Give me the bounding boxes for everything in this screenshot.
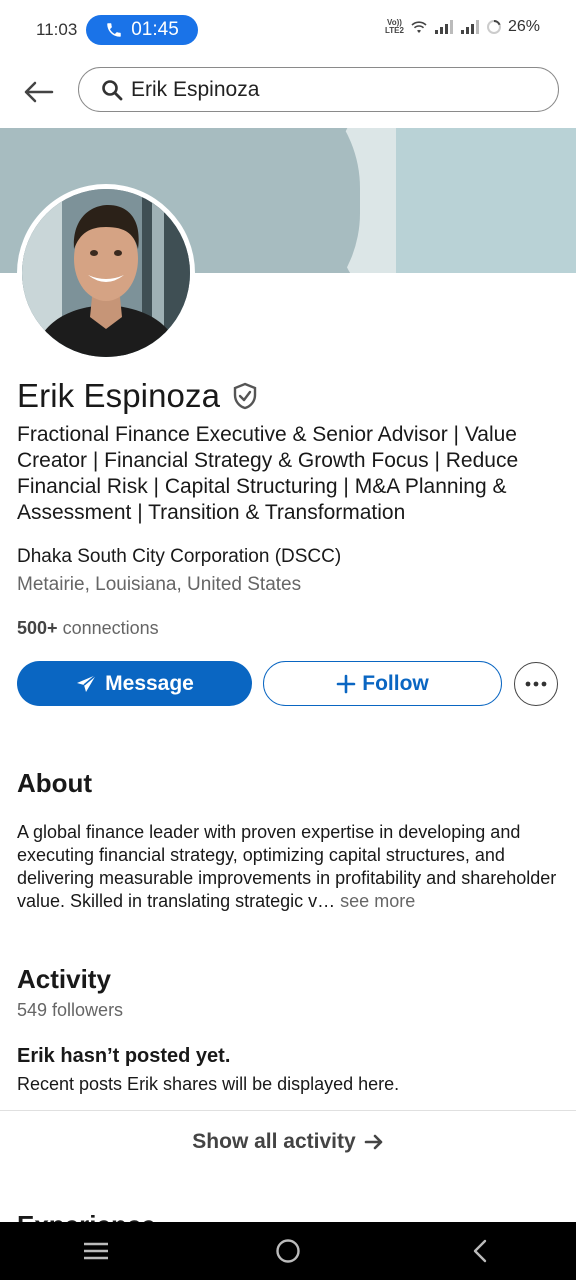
profile-company[interactable]: Dhaka South City Corporation (DSCC) [17, 546, 341, 568]
experience-title-partial: Experience [17, 1208, 156, 1222]
search-icon [102, 79, 123, 100]
about-text[interactable]: A global finance leader with proven expe… [17, 821, 562, 913]
banner-shape [396, 128, 576, 273]
call-timer: 01:45 [131, 19, 179, 40]
battery-level: 26% [507, 18, 540, 35]
profile-headline: Fractional Finance Executive & Senior Ad… [17, 423, 519, 524]
avatar-image [22, 189, 190, 357]
plus-icon [336, 674, 356, 693]
followers-count: 549 followers [17, 1000, 124, 1020]
about-ellipsis: … [317, 891, 336, 911]
profile-name: Erik Espinoza [17, 377, 221, 414]
home-button[interactable] [258, 1231, 318, 1271]
profile-name-row: Erik Espinoza [17, 377, 258, 415]
message-button-label: Message [105, 671, 194, 695]
about-body: A global finance leader with proven expe… [17, 822, 557, 911]
avatar[interactable] [17, 184, 195, 362]
phone-icon [107, 23, 121, 37]
arrow-right-icon [364, 1134, 382, 1150]
menu-lines-icon [84, 1242, 108, 1260]
connections-label: connections [62, 618, 159, 638]
send-icon [77, 673, 97, 692]
profile-location: Metairie, Louisiana, United States [17, 574, 302, 595]
activity-empty-title: Erik hasn’t posted yet. [17, 1045, 231, 1067]
activity-title: Activity [17, 964, 111, 994]
see-more-link[interactable]: see more [340, 891, 415, 911]
verified-shield-icon[interactable] [232, 382, 258, 410]
chevron-left-icon [473, 1239, 487, 1263]
message-button[interactable]: Message [17, 661, 252, 706]
back-button[interactable] [18, 72, 58, 112]
more-options-button[interactable] [514, 662, 558, 706]
system-nav-bar [0, 1222, 576, 1280]
system-back-button[interactable] [450, 1231, 510, 1271]
status-time: 11:03 [36, 20, 78, 39]
volte-icon: Vo)) LTE2 [385, 19, 404, 35]
show-all-activity-button[interactable]: Show all activity [0, 1130, 576, 1154]
search-header: Erik Espinoza [0, 60, 576, 128]
wifi-icon [411, 21, 427, 33]
home-circle-icon [276, 1239, 300, 1263]
follow-button[interactable]: Follow [263, 661, 502, 706]
show-all-activity-label: Show all activity [192, 1130, 356, 1153]
arrow-left-icon [24, 81, 54, 103]
about-title: About [17, 768, 93, 798]
follow-button-label: Follow [362, 671, 429, 695]
activity-empty-text: Recent posts Erik shares will be display… [17, 1074, 400, 1094]
search-input[interactable]: Erik Espinoza [78, 67, 559, 112]
signal-icon-1 [434, 20, 453, 34]
signal-icon-2 [460, 20, 479, 34]
more-horizontal-icon [525, 681, 547, 687]
recent-apps-button[interactable] [66, 1231, 126, 1271]
ongoing-call-pill[interactable]: 01:45 [86, 15, 198, 45]
connections-count[interactable]: 500+ connections [17, 618, 159, 639]
divider [0, 1110, 576, 1111]
status-bar: 11:03 01:45 Vo)) LTE2 26% [0, 0, 576, 60]
status-icons: Vo)) LTE2 26% [385, 18, 540, 36]
volte-label-bottom: LTE2 [385, 26, 404, 35]
search-query: Erik Espinoza [131, 77, 260, 101]
battery-icon [486, 19, 501, 34]
connections-number: 500+ [17, 618, 58, 638]
avatar-photo [22, 189, 190, 357]
